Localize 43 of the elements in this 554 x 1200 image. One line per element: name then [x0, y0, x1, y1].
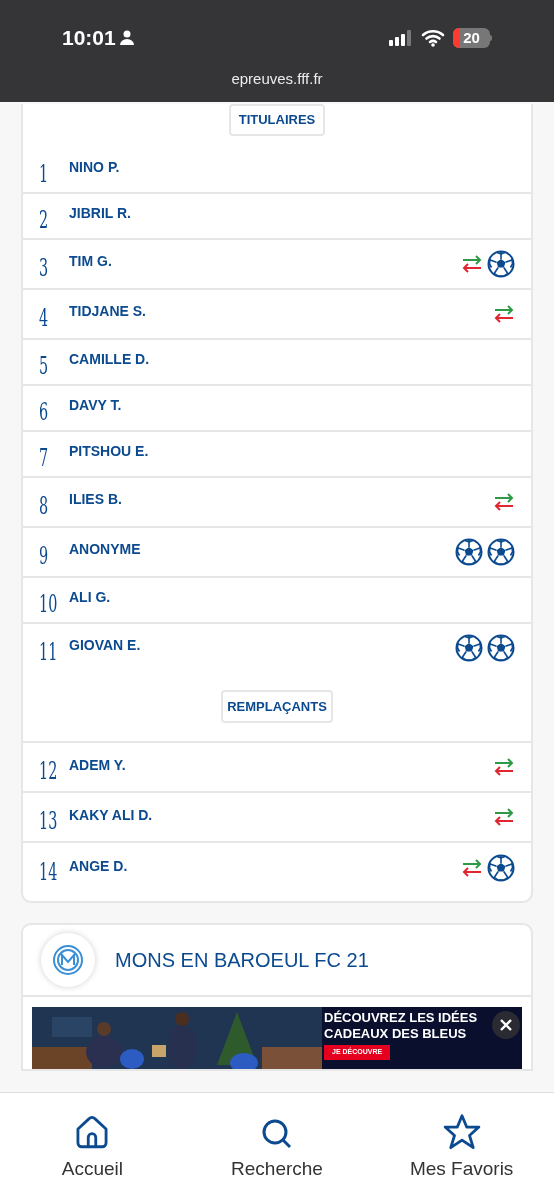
player-name: DAVY T.: [69, 396, 123, 415]
wifi-icon: [421, 28, 445, 47]
status-time: 10:01: [62, 25, 116, 51]
close-icon[interactable]: [492, 1011, 520, 1039]
jersey-number: 5: [39, 353, 50, 378]
player-name: ADEM Y.: [69, 755, 127, 775]
nav-tab[interactable]: Mes Favoris: [386, 1113, 537, 1183]
jersey-number: 3: [39, 255, 50, 280]
nav-tab[interactable]: Accueil: [17, 1113, 168, 1183]
jersey-number: 14: [39, 860, 57, 884]
club-logo: [41, 933, 95, 987]
jersey-number: 10: [39, 591, 57, 616]
person-icon: [119, 30, 134, 46]
page-url: epreuves.fff.fr: [231, 68, 323, 89]
jersey-number: 4: [39, 305, 50, 330]
jersey-number: 13: [39, 809, 57, 833]
player-name: TIDJANE S.: [69, 302, 147, 321]
section-label: TITULAIRES: [228, 104, 326, 136]
player-name: ANONYME: [69, 540, 142, 559]
jersey-number: 1: [39, 161, 50, 186]
signal-icon: [389, 29, 413, 46]
player-name: JIBRIL R.: [69, 204, 132, 223]
jersey-number: 9: [39, 543, 50, 568]
jersey-number: 8: [39, 493, 50, 518]
battery-indicator: 20: [453, 27, 492, 48]
player-name: PITSHOU E.: [69, 442, 150, 461]
jersey-number: 6: [39, 399, 50, 424]
jersey-number: 11: [39, 639, 57, 664]
section-label: REMPLAÇANTS: [221, 689, 333, 723]
club-name: MONS EN BAROEUL FC 21: [115, 948, 369, 973]
player-name: NINO P.: [69, 158, 121, 177]
player-name: GIOVAN E.: [69, 636, 142, 655]
player-name: ANGE D.: [69, 856, 129, 876]
ad-headline: DÉCOUVREZ LES IDÉES CADEAUX DES BLEUS: [324, 1010, 479, 1042]
player-name: KAKY ALI D.: [69, 805, 154, 825]
jersey-number: 7: [39, 445, 50, 470]
nav-tab[interactable]: Recherche: [202, 1113, 352, 1183]
player-name: ILIES B.: [69, 490, 123, 509]
jersey-number: 2: [39, 207, 50, 232]
player-name: ALI G.: [69, 588, 112, 607]
player-name: CAMILLE D.: [69, 350, 151, 369]
player-name: TIM G.: [69, 252, 113, 271]
jersey-number: 12: [39, 759, 57, 783]
